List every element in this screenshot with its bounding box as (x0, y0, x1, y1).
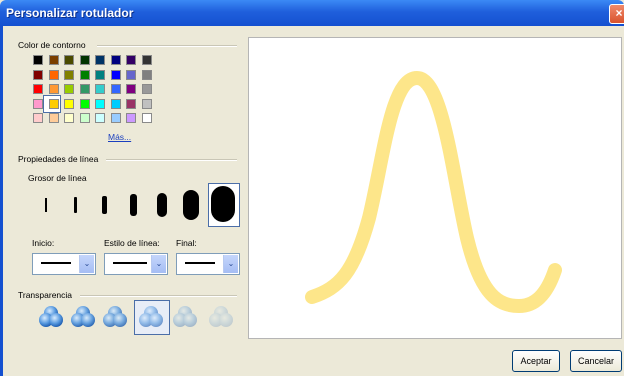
chevron-down-icon[interactable]: ⌄ (151, 255, 166, 273)
close-button[interactable]: × (609, 4, 624, 24)
thickness-option-7[interactable] (211, 186, 235, 222)
color-swatch[interactable] (110, 98, 121, 109)
bubbles-icon (71, 306, 95, 327)
line-thickness-label: Grosor de línea (28, 173, 87, 183)
line-end-preview (185, 262, 215, 264)
color-swatch[interactable] (79, 69, 90, 80)
color-swatch[interactable] (141, 113, 152, 123)
color-swatch[interactable] (33, 98, 43, 109)
color-swatch[interactable] (64, 55, 74, 65)
color-swatch[interactable] (110, 84, 121, 94)
color-swatch[interactable] (110, 113, 121, 123)
color-swatch[interactable] (126, 69, 136, 80)
color-swatch[interactable] (110, 69, 121, 80)
group-divider (106, 159, 237, 161)
cancel-button[interactable]: Cancelar (570, 350, 622, 372)
color-swatch[interactable] (110, 55, 121, 65)
color-swatch[interactable] (64, 113, 74, 123)
transparency-option-5[interactable] (172, 305, 198, 329)
color-swatch[interactable] (141, 84, 152, 94)
bubbles-icon (173, 306, 197, 327)
color-swatch[interactable] (95, 113, 105, 123)
bubbles-icon (103, 306, 127, 327)
color-swatch[interactable] (95, 98, 105, 109)
line-style-select[interactable]: ⌄ (104, 253, 168, 275)
transparency-option-3[interactable] (102, 305, 128, 329)
bubbles-icon (39, 306, 63, 327)
preview-stroke (305, 71, 562, 313)
color-swatch[interactable] (64, 98, 74, 109)
color-swatch[interactable] (79, 84, 90, 94)
thickness-option-5[interactable] (157, 193, 167, 217)
transparency-option-2[interactable] (70, 305, 96, 329)
window-title: Personalizar rotulador (6, 6, 134, 20)
bubbles-icon (209, 306, 233, 327)
accept-button[interactable]: Aceptar (512, 350, 560, 372)
color-swatch[interactable] (141, 98, 152, 109)
transparency-option-1[interactable] (38, 305, 64, 329)
thickness-option-3[interactable] (102, 196, 107, 214)
color-swatch[interactable] (48, 69, 59, 80)
color-swatch[interactable] (33, 69, 43, 80)
color-swatch[interactable] (79, 113, 90, 123)
group-divider (97, 45, 237, 47)
title-bar: Personalizar rotulador × (0, 0, 624, 26)
thickness-option-2[interactable] (74, 197, 77, 213)
bubbles-icon (139, 306, 163, 327)
transparency-option-4[interactable] (138, 305, 164, 329)
transparency-label: Transparencia (18, 290, 73, 300)
chevron-down-icon[interactable]: ⌄ (223, 255, 238, 273)
color-swatch[interactable] (33, 113, 43, 123)
line-start-preview (41, 262, 71, 264)
color-swatch[interactable] (141, 69, 152, 80)
line-properties-label: Propiedades de línea (18, 154, 99, 164)
thickness-option-6[interactable] (183, 190, 199, 220)
color-swatch[interactable] (141, 55, 152, 65)
line-style-label: Estilo de línea: (104, 238, 160, 248)
group-divider (80, 295, 237, 297)
outline-color-label: Color de contorno (18, 40, 86, 50)
chevron-down-icon[interactable]: ⌄ (79, 255, 94, 273)
color-swatch[interactable] (126, 98, 136, 109)
color-swatch[interactable] (48, 84, 59, 94)
line-start-select[interactable]: ⌄ (32, 253, 96, 275)
color-swatch[interactable] (79, 55, 90, 65)
transparency-option-6[interactable] (208, 305, 234, 329)
color-swatch[interactable] (95, 84, 105, 94)
color-swatch[interactable] (64, 69, 74, 80)
color-swatch[interactable] (48, 113, 59, 123)
color-swatch[interactable] (95, 69, 105, 80)
line-end-select[interactable]: ⌄ (176, 253, 240, 275)
color-swatch[interactable] (33, 84, 43, 94)
more-colors-link[interactable]: Más... (108, 132, 131, 142)
color-swatch[interactable] (64, 84, 74, 94)
close-icon: × (615, 6, 623, 20)
window-frame (0, 26, 3, 376)
color-swatch[interactable] (48, 98, 59, 109)
line-style-preview (113, 262, 147, 264)
preview-canvas (248, 37, 622, 339)
thickness-option-1[interactable] (45, 198, 47, 212)
color-swatch[interactable] (95, 55, 105, 65)
line-start-label: Inicio: (32, 238, 55, 248)
color-swatch[interactable] (79, 98, 90, 109)
thickness-option-4[interactable] (130, 194, 137, 216)
color-swatch[interactable] (126, 84, 136, 94)
color-swatch[interactable] (33, 55, 43, 65)
color-swatch[interactable] (126, 55, 136, 65)
color-swatch[interactable] (48, 55, 59, 65)
color-swatch[interactable] (126, 113, 136, 123)
line-end-label: Final: (176, 238, 197, 248)
